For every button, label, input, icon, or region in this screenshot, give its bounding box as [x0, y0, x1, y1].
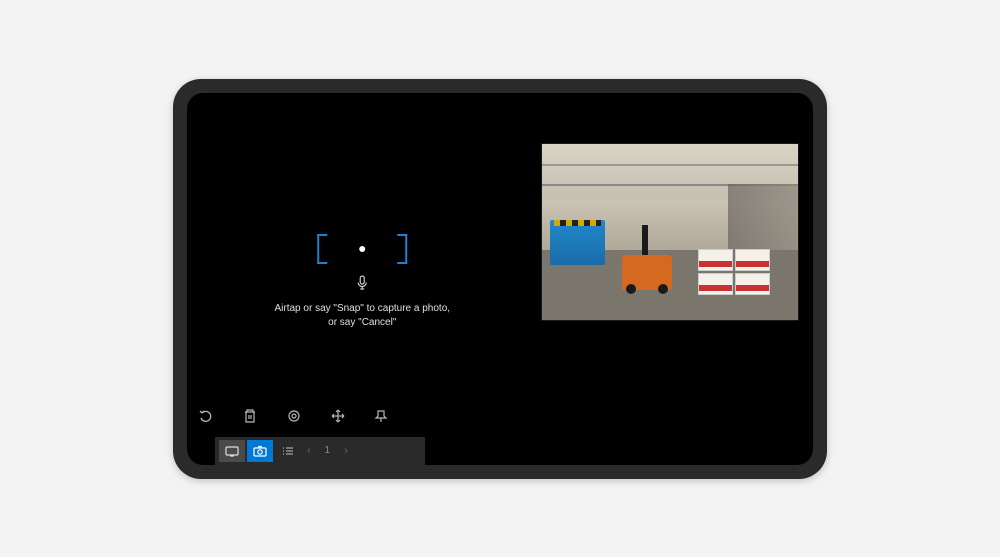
- next-page-button[interactable]: ›: [340, 445, 352, 457]
- pin-button[interactable]: [373, 407, 391, 425]
- capture-prompt: Airtap or say "Snap" to capture a photo,…: [274, 234, 450, 330]
- bracket-left-icon: [317, 234, 331, 264]
- properties-button[interactable]: [285, 407, 303, 425]
- capture-instruction-text: Airtap or say "Snap" to capture a photo,…: [274, 302, 450, 330]
- page-number: 1: [317, 445, 339, 456]
- undo-button[interactable]: [197, 407, 215, 425]
- slide-view-button[interactable]: [219, 440, 245, 462]
- focus-reticle[interactable]: [317, 234, 407, 264]
- edit-toolbar: [197, 407, 391, 425]
- scene-blue-pallet: [550, 220, 605, 265]
- camera-preview-panel[interactable]: [541, 143, 799, 321]
- prev-page-button[interactable]: ‹: [303, 445, 315, 457]
- scene-box-pallet: [698, 240, 773, 295]
- delete-button[interactable]: [241, 407, 259, 425]
- bottom-toolbar: ‹ 1 ›: [215, 437, 425, 465]
- scene-forklift: [622, 230, 672, 290]
- camera-view-button[interactable]: [247, 440, 273, 462]
- list-view-button[interactable]: [275, 440, 301, 462]
- microphone-icon: [355, 274, 369, 292]
- bracket-right-icon: [393, 234, 407, 264]
- screen: Airtap or say "Snap" to capture a photo,…: [187, 93, 813, 465]
- move-button[interactable]: [329, 407, 347, 425]
- tablet-device-frame: Airtap or say "Snap" to capture a photo,…: [173, 79, 827, 479]
- reticle-center-dot: [359, 246, 365, 252]
